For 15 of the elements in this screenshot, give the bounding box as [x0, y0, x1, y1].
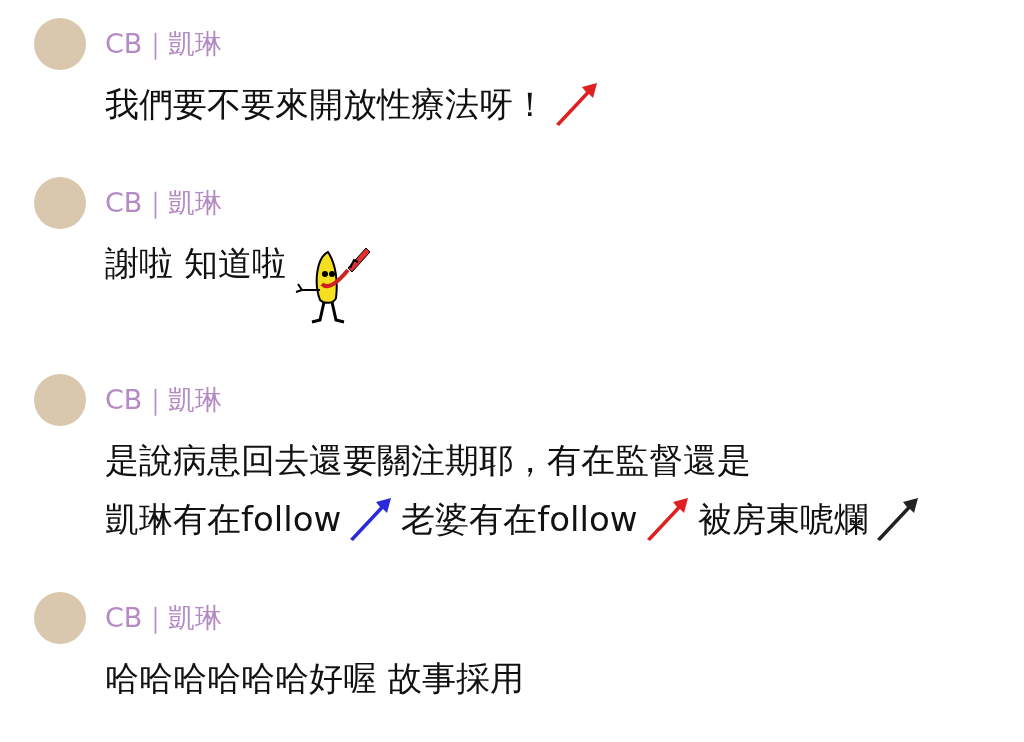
- avatar[interactable]: [34, 18, 86, 70]
- sender-name: CB｜凱琳: [105, 601, 223, 636]
- avatar[interactable]: [34, 592, 86, 644]
- message-text: 凱琳有在follow: [105, 498, 342, 541]
- message-text: 我們要不要來開放性療法呀！: [105, 83, 547, 126]
- message-text: 被房東唬爛: [697, 498, 868, 541]
- message-text: 哈哈哈哈哈哈好喔 故事採用: [105, 657, 524, 700]
- message-text: 老婆有在follow: [401, 498, 638, 541]
- sender-name: CB｜凱琳: [105, 186, 223, 221]
- sender-name: CB｜凱琳: [105, 27, 223, 62]
- message-text: 是說病患回去還要關注期耶，有在監督還是: [105, 439, 751, 482]
- avatar[interactable]: [34, 374, 86, 426]
- message-text: 謝啦 知道啦: [105, 242, 286, 285]
- sender-name: CB｜凱琳: [105, 383, 223, 418]
- avatar[interactable]: [34, 177, 86, 229]
